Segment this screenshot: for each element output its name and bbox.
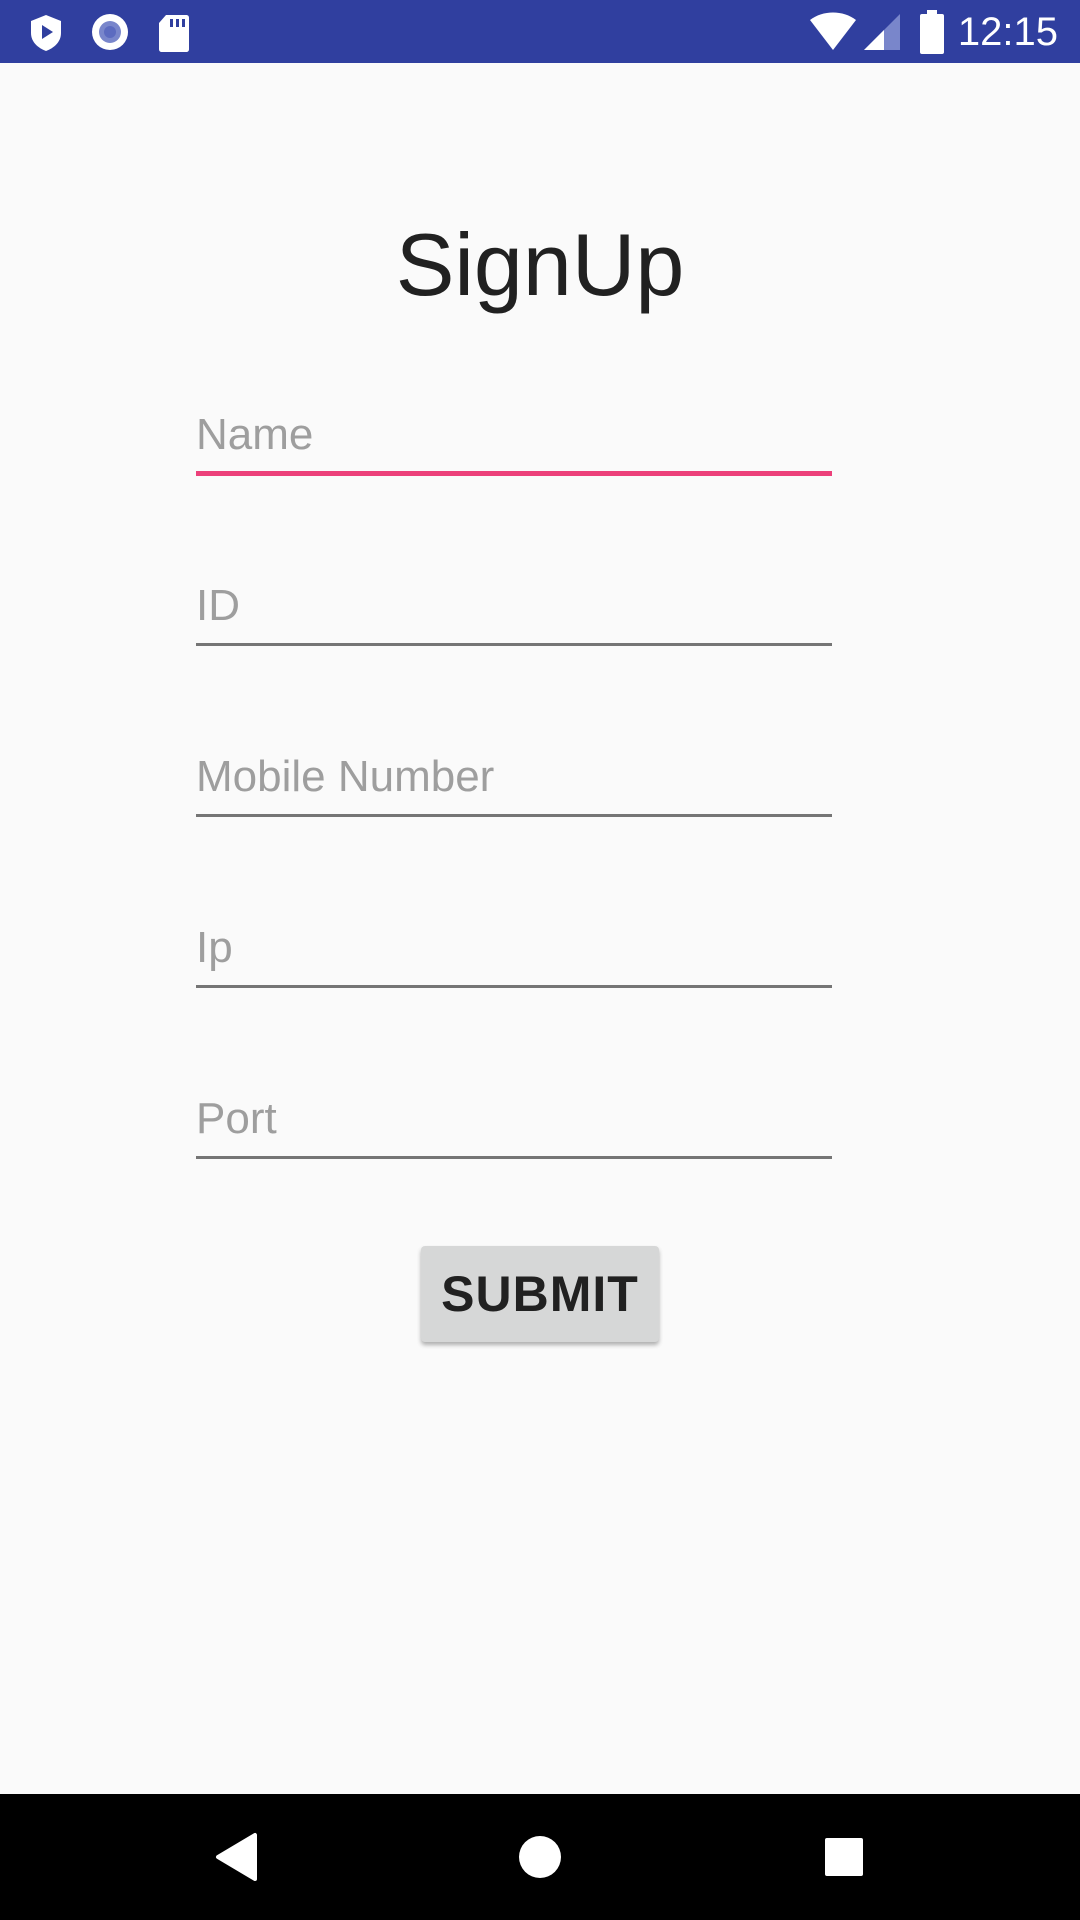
wifi-icon — [810, 12, 856, 50]
ip-input[interactable] — [196, 918, 832, 978]
recents-icon[interactable] — [781, 1794, 907, 1920]
id-field-underline — [196, 643, 832, 646]
name-field-underline — [196, 471, 832, 476]
navigation-bar — [0, 1794, 1080, 1920]
mobile-number-input[interactable] — [196, 747, 832, 807]
page-title: SignUp — [395, 215, 685, 314]
home-icon[interactable] — [477, 1794, 603, 1920]
name-input[interactable] — [196, 405, 832, 465]
id-field[interactable] — [196, 576, 832, 646]
mobile-number-field[interactable] — [196, 747, 832, 817]
shield-play-icon — [31, 15, 61, 51]
cell-signal-icon — [864, 14, 900, 50]
mobile-number-field-underline — [196, 814, 832, 817]
submit-button[interactable]: SUBMIT — [421, 1246, 659, 1342]
battery-icon — [920, 10, 944, 54]
ip-field[interactable] — [196, 918, 832, 988]
status-bar: 12:15 — [0, 0, 1080, 63]
sd-card-icon — [159, 15, 189, 52]
name-field[interactable] — [196, 405, 832, 476]
ip-field-underline — [196, 985, 832, 988]
clock: 12:15 — [957, 10, 1058, 54]
port-input[interactable] — [196, 1089, 832, 1149]
record-icon — [92, 14, 128, 50]
port-field-underline — [196, 1156, 832, 1159]
id-input[interactable] — [196, 576, 832, 636]
back-icon[interactable] — [175, 1794, 301, 1920]
port-field[interactable] — [196, 1089, 832, 1159]
